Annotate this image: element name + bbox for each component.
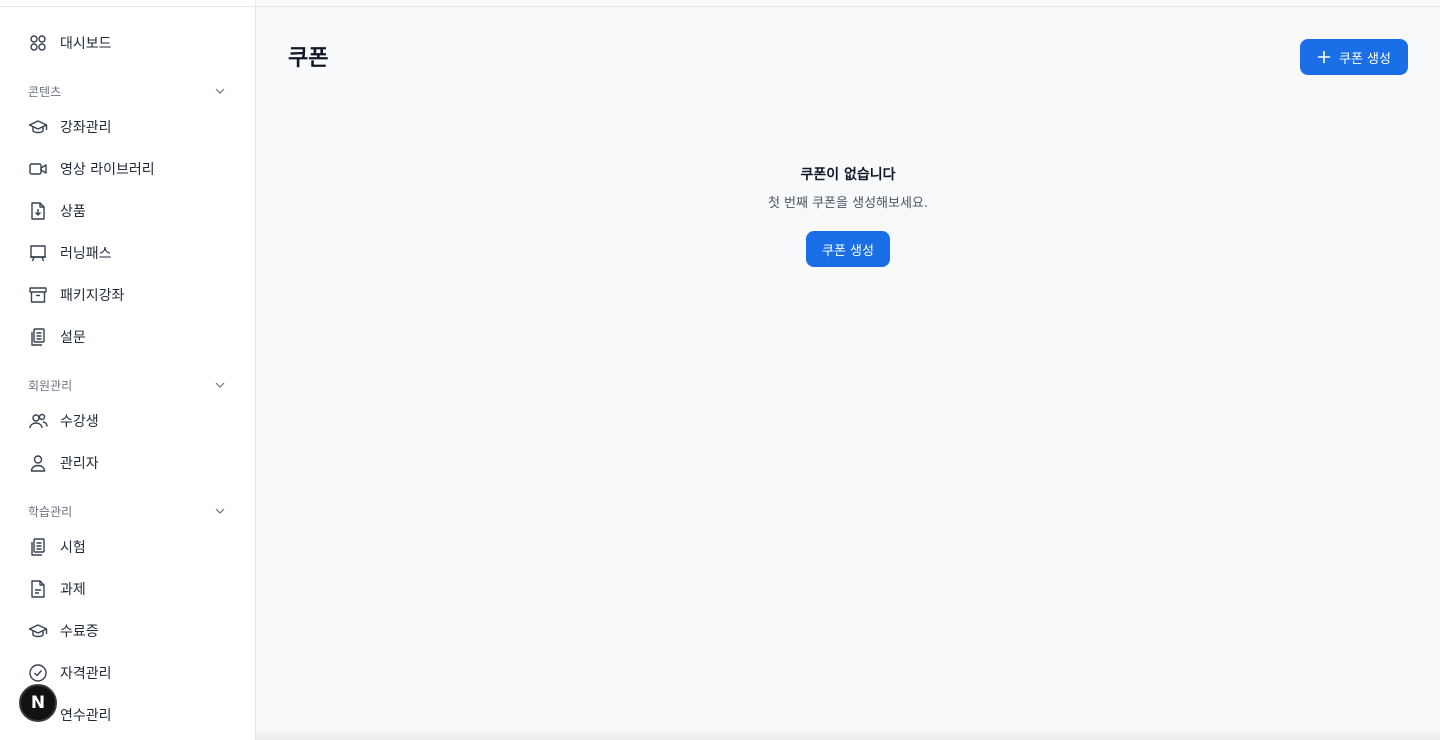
sidebar-item-label: 수료증	[60, 624, 99, 640]
chevron-down-icon	[215, 88, 225, 94]
create-coupon-label: 쿠폰 생성	[1339, 51, 1391, 67]
page-title: 쿠폰	[288, 46, 329, 71]
sidebar-section-label: 회원관리	[28, 378, 73, 393]
sidebar-item-exams[interactable]: 시험	[16, 529, 240, 565]
sidebar-item-admins[interactable]: 관리자	[16, 445, 240, 481]
sidebar-item-label: 과제	[60, 582, 86, 598]
empty-state-title: 쿠폰이 없습니다	[800, 167, 896, 183]
sidebar-item-label: 수강생	[60, 414, 99, 430]
check-circle-icon	[28, 663, 48, 683]
sidebar-top-divider	[0, 6, 255, 7]
empty-create-coupon-button[interactable]: 쿠폰 생성	[806, 231, 890, 267]
create-coupon-button[interactable]: 쿠폰 생성	[1300, 39, 1408, 75]
clipboard-copy-icon	[28, 327, 48, 347]
sidebar-section-label: 콘텐츠	[28, 84, 62, 99]
chevron-down-icon	[215, 382, 225, 388]
users-icon	[28, 411, 48, 431]
clipboard-copy-icon	[28, 537, 48, 557]
sidebar-item-label: 연수관리	[60, 708, 112, 724]
graduation-cap-icon	[28, 117, 48, 137]
sidebar-item-label: 러닝패스	[60, 246, 112, 262]
video-camera-icon	[28, 159, 48, 179]
sidebar-section-content[interactable]: 콘텐츠	[16, 79, 240, 103]
sidebar-item-label: 패키지강좌	[60, 288, 125, 304]
sidebar-item-label: 관리자	[60, 456, 99, 472]
sidebar-section-learning[interactable]: 학습관리	[16, 499, 240, 523]
sidebar-item-certificates[interactable]: 수료증	[16, 613, 240, 649]
sidebar-item-label: 강좌관리	[60, 120, 112, 136]
sidebar-item-label: 영상 라이브러리	[60, 162, 155, 178]
sidebar-item-video-library[interactable]: 영상 라이브러리	[16, 151, 240, 187]
sidebar-section-members[interactable]: 회원관리	[16, 373, 240, 397]
presentation-board-icon	[28, 243, 48, 263]
header-divider	[256, 6, 1440, 7]
archive-box-icon	[28, 285, 48, 305]
user-icon	[28, 453, 48, 473]
sidebar-item-courses[interactable]: 강좌관리	[16, 109, 240, 145]
graduation-cap-icon	[28, 621, 48, 641]
file-text-icon	[28, 579, 48, 599]
chevron-down-icon	[215, 508, 225, 514]
sidebar-item-label: 설문	[60, 330, 86, 346]
sidebar-item-label: 시험	[60, 540, 86, 556]
sidebar-section-label: 학습관리	[28, 504, 73, 519]
sidebar-item-students[interactable]: 수강생	[16, 403, 240, 439]
sidebar-item-label: 자격관리	[60, 666, 112, 682]
sidebar: 대시보드 콘텐츠 강좌관리 영상 라이브러리 상품 러닝패스 패키지강좌 설문 …	[0, 0, 256, 740]
sidebar-item-assignments[interactable]: 과제	[16, 571, 240, 607]
sidebar-item-dashboard[interactable]: 대시보드	[16, 25, 240, 61]
bottom-shadow	[256, 728, 1440, 740]
nextjs-logo-icon: N	[30, 693, 46, 713]
sidebar-item-qualifications[interactable]: 자격관리	[16, 655, 240, 691]
sidebar-item-learning-path[interactable]: 러닝패스	[16, 235, 240, 271]
empty-create-coupon-label: 쿠폰 생성	[822, 243, 874, 259]
file-download-icon	[28, 201, 48, 221]
sidebar-item-label: 상품	[60, 204, 86, 220]
sidebar-item-label: 대시보드	[60, 36, 112, 52]
sidebar-item-survey[interactable]: 설문	[16, 319, 240, 355]
nextjs-dev-badge[interactable]: N	[19, 684, 57, 722]
empty-state-subtitle: 첫 번째 쿠폰을 생성해보세요.	[767, 196, 929, 211]
sidebar-item-products[interactable]: 상품	[16, 193, 240, 229]
sidebar-item-package-courses[interactable]: 패키지강좌	[16, 277, 240, 313]
dashboard-grid-icon	[28, 33, 48, 53]
plus-icon	[1317, 50, 1331, 64]
